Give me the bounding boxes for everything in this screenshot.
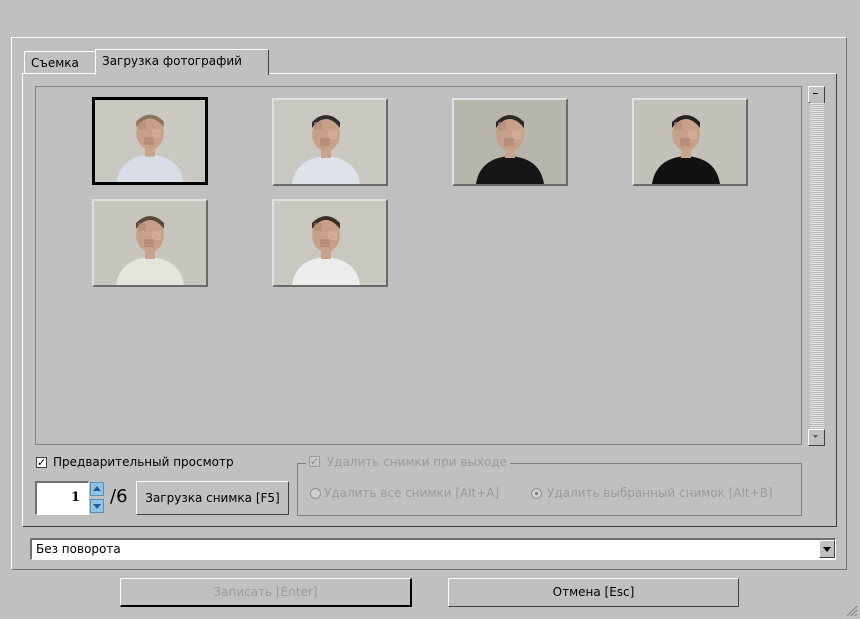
cancel-label: Отмена [Esc] (552, 585, 635, 599)
load-photo-button[interactable]: Загрузка снимка [F5] (136, 481, 289, 515)
minus-icon (813, 93, 818, 94)
load-photo-label: Загрузка снимка [F5] (145, 491, 280, 505)
delete-on-exit-label: Удалить снимки при выходе (326, 455, 508, 469)
photo-thumbnail[interactable] (452, 98, 568, 186)
resize-grip-icon[interactable] (846, 605, 858, 617)
tab-photo-upload[interactable]: Загрузка фотографий (95, 49, 269, 75)
photo-number-input[interactable]: 1 (35, 481, 89, 515)
save-label: Записать [Enter] (213, 585, 318, 599)
delete-all-label: Удалить все снимки [Alt+A] (324, 486, 500, 500)
person-photo-icon (454, 100, 566, 184)
tab-capture[interactable]: Съемка (24, 51, 96, 73)
person-photo-icon (94, 201, 206, 285)
person-photo-icon (274, 201, 386, 285)
preview-checkbox[interactable]: ✓ (36, 457, 47, 468)
photo-thumbnail[interactable] (92, 97, 208, 185)
chevron-down-icon (823, 547, 831, 552)
tab-photo-upload-label: Загрузка фотографий (102, 54, 242, 68)
arrow-down-icon (90, 499, 104, 513)
spin-down-button[interactable] (90, 499, 104, 513)
rotation-select-value: Без поворота (36, 542, 121, 556)
cancel-button[interactable]: Отмена [Esc] (448, 578, 739, 607)
scroll-track[interactable] (810, 102, 824, 428)
gallery-scrollbar[interactable] (808, 86, 825, 446)
tab-capture-label: Съемка (31, 56, 79, 70)
rotation-select[interactable]: Без поворота (30, 538, 836, 560)
person-photo-icon (274, 100, 386, 184)
photo-thumbnail[interactable] (92, 199, 208, 287)
person-photo-icon (634, 100, 746, 184)
delete-all-radio[interactable] (310, 488, 321, 499)
scroll-up-button[interactable] (808, 86, 825, 103)
photo-thumbnail[interactable] (632, 98, 748, 186)
arrow-up-icon (90, 482, 104, 496)
spin-up-button[interactable] (90, 482, 104, 496)
person-photo-icon (95, 100, 205, 182)
photo-thumbnail[interactable] (272, 98, 388, 186)
delete-selected-label: Удалить выбранный снимок [Alt+B] (547, 486, 773, 500)
photo-thumbnail[interactable] (272, 199, 388, 287)
arrow-down-icon (813, 435, 818, 438)
rotation-dropdown-button[interactable] (819, 540, 835, 558)
scroll-down-button[interactable] (808, 429, 825, 446)
preview-label: Предварительный просмотр (53, 455, 234, 469)
photo-total: /6 (110, 486, 128, 507)
delete-on-exit-checkbox[interactable]: ✓ (309, 456, 320, 467)
delete-group-header: ✓ Удалить снимки при выходе (306, 455, 511, 471)
delete-selected-radio[interactable] (531, 488, 542, 499)
save-button[interactable]: Записать [Enter] (120, 578, 412, 607)
